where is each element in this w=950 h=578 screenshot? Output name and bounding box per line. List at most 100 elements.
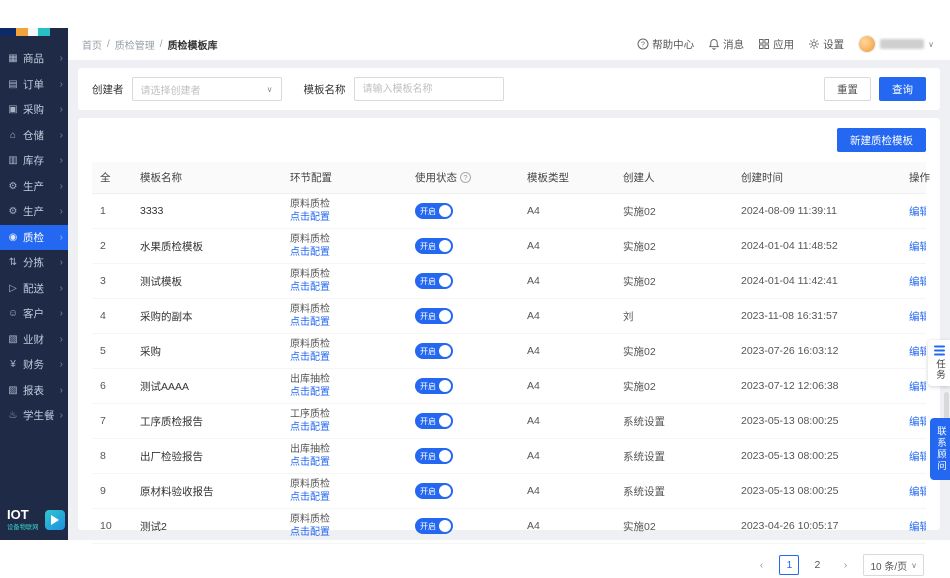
- cell-creator: 实施02: [615, 264, 733, 299]
- edit-link[interactable]: 编辑: [909, 381, 926, 393]
- stage-config-link[interactable]: 点击配置: [290, 421, 330, 434]
- prev-page-button[interactable]: ‹: [751, 555, 771, 575]
- breadcrumb-home[interactable]: 首页: [82, 37, 102, 52]
- page-button-2[interactable]: 2: [807, 555, 827, 575]
- contact-consultant-tab[interactable]: 联系顾问: [930, 418, 950, 480]
- sidebar-item-student-meals[interactable]: ♨学生餐›: [0, 403, 68, 429]
- status-toggle[interactable]: 开启: [415, 448, 453, 464]
- messages-button[interactable]: 消息: [708, 37, 744, 52]
- cell-index: 5: [92, 334, 132, 369]
- toggle-knob: [439, 205, 451, 217]
- chevron-down-icon: ∨: [928, 40, 934, 49]
- cell-stage-config: 原料质检点击配置: [282, 509, 407, 544]
- column-template-type: 模板类型: [519, 162, 615, 194]
- help-center-button[interactable]: ? 帮助中心: [637, 37, 694, 52]
- status-toggle[interactable]: 开启: [415, 343, 453, 359]
- status-toggle[interactable]: 开启: [415, 238, 453, 254]
- stage-name: 出库抽检: [290, 443, 399, 456]
- sidebar-item-goods[interactable]: ▦商品›: [0, 46, 68, 72]
- next-page-button[interactable]: ›: [835, 555, 855, 575]
- edit-link[interactable]: 编辑: [909, 241, 926, 253]
- cell-actions: 编辑复制删除: [901, 264, 926, 299]
- column-stage-config-label: 环节配置: [290, 172, 332, 184]
- chevron-right-icon: ›: [60, 79, 63, 90]
- stage-config-link[interactable]: 点击配置: [290, 456, 330, 469]
- cell-template-type: A4: [519, 229, 615, 264]
- stage-config-link[interactable]: 点击配置: [290, 246, 330, 259]
- apps-button[interactable]: 应用: [758, 37, 794, 52]
- edit-link[interactable]: 编辑: [909, 346, 926, 358]
- status-toggle[interactable]: 开启: [415, 483, 453, 499]
- chevron-right-icon: ›: [60, 206, 63, 217]
- sidebar-item-inventory[interactable]: ▥库存›: [0, 148, 68, 174]
- bell-icon: [708, 38, 720, 50]
- sidebar-item-quality[interactable]: ◉质检›: [0, 225, 68, 251]
- edit-link[interactable]: 编辑: [909, 416, 926, 428]
- sidebar-item-finance[interactable]: ¥财务›: [0, 352, 68, 378]
- cell-template-name: 采购: [132, 334, 282, 369]
- edit-link[interactable]: 编辑: [909, 206, 926, 218]
- status-toggle[interactable]: 开启: [415, 203, 453, 219]
- edit-link[interactable]: 编辑: [909, 486, 926, 498]
- query-button[interactable]: 查询: [879, 77, 926, 101]
- sidebar-item-customers[interactable]: ☺客户›: [0, 301, 68, 327]
- cell-template-type: A4: [519, 194, 615, 229]
- status-toggle[interactable]: 开启: [415, 518, 453, 534]
- orders-icon: ▤: [7, 79, 19, 90]
- status-toggle[interactable]: 开启: [415, 413, 453, 429]
- column-usage-status: 使用状态?: [407, 162, 519, 194]
- user-menu[interactable]: ∨: [858, 35, 934, 53]
- stage-config-link[interactable]: 点击配置: [290, 211, 330, 224]
- creator-select[interactable]: 请选择创建者 ∨: [132, 77, 282, 101]
- sidebar-item-reports[interactable]: ▨报表›: [0, 378, 68, 404]
- table-row: 6测试AAAA出库抽检点击配置开启A4实施022023-07-12 12:06:…: [92, 369, 926, 404]
- page: { "brand": { "title": "IOT", "subtitle":…: [0, 0, 950, 550]
- edit-link[interactable]: 编辑: [909, 521, 926, 533]
- logo-segment: [28, 28, 38, 36]
- status-toggle[interactable]: 开启: [415, 378, 453, 394]
- sidebar-item-purchase[interactable]: ▣采购›: [0, 97, 68, 123]
- messages-label: 消息: [723, 37, 744, 52]
- breadcrumb-quality-management[interactable]: 质检管理: [115, 37, 155, 52]
- stage-config-link[interactable]: 点击配置: [290, 281, 330, 294]
- user-name-redacted: [880, 39, 924, 49]
- page-button-1[interactable]: 1: [779, 555, 799, 575]
- warehouse-icon: ⌂: [7, 130, 19, 141]
- creator-filter-label: 创建者: [92, 82, 124, 97]
- sidebar-item-orders[interactable]: ▤订单›: [0, 72, 68, 98]
- reset-button[interactable]: 重置: [824, 77, 871, 101]
- cell-stage-config: 原料质检点击配置: [282, 334, 407, 369]
- sidebar-item-label: 报表: [23, 383, 56, 398]
- task-panel-tab[interactable]: 任务: [928, 340, 950, 386]
- sidebar-item-sorting[interactable]: ⇅分拣›: [0, 250, 68, 276]
- stage-config-link[interactable]: 点击配置: [290, 491, 330, 504]
- toggle-label: 开启: [415, 486, 436, 497]
- stage-config-link[interactable]: 点击配置: [290, 386, 330, 399]
- status-toggle[interactable]: 开启: [415, 308, 453, 324]
- sidebar-item-label: 生产: [23, 204, 56, 219]
- sidebar-item-warehouse[interactable]: ⌂仓储›: [0, 123, 68, 149]
- stage-config-link[interactable]: 点击配置: [290, 351, 330, 364]
- edit-link[interactable]: 编辑: [909, 276, 926, 288]
- table-row: 10测试2原料质检点击配置开启A4实施022023-04-26 10:05:17…: [92, 509, 926, 544]
- cell-created-at: 2023-04-26 10:05:17: [733, 509, 901, 544]
- sidebar-item-business-finance[interactable]: ▧业财›: [0, 327, 68, 353]
- edit-link[interactable]: 编辑: [909, 311, 926, 323]
- settings-button[interactable]: 设置: [808, 37, 844, 52]
- status-toggle[interactable]: 开启: [415, 273, 453, 289]
- app-window: ▦商品›▤订单›▣采购›⌂仓储›▥库存›⚙生产›⚙生产›◉质检›⇅分拣›▷配送›…: [0, 28, 950, 540]
- column-template-type-label: 模板类型: [527, 172, 569, 184]
- info-icon[interactable]: ?: [460, 172, 471, 183]
- new-template-button[interactable]: 新建质检模板: [837, 128, 926, 152]
- stage-config-link[interactable]: 点击配置: [290, 316, 330, 329]
- sidebar-item-delivery[interactable]: ▷配送›: [0, 276, 68, 302]
- edit-link[interactable]: 编辑: [909, 451, 926, 463]
- reports-icon: ▨: [7, 385, 19, 396]
- table-row: 9原材料验收报告原料质检点击配置开启A4系统设置2023-05-13 08:00…: [92, 474, 926, 509]
- customers-icon: ☺: [7, 308, 19, 319]
- page-size-select[interactable]: 10 条/页 ∨: [863, 554, 924, 576]
- sidebar-item-production-1[interactable]: ⚙生产›: [0, 174, 68, 200]
- sidebar-item-production-2[interactable]: ⚙生产›: [0, 199, 68, 225]
- stage-config-link[interactable]: 点击配置: [290, 526, 330, 539]
- template-name-input[interactable]: [354, 77, 504, 101]
